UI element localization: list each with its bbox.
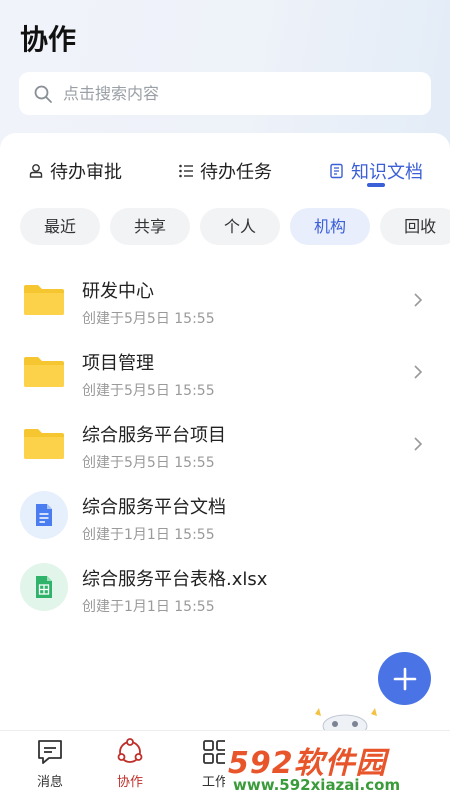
search-icon: [34, 85, 52, 103]
task-list-icon: [179, 164, 193, 178]
document-list: 研发中心 创建于5月5日 15:55 项目管理 创建于5月5日 15:55 综合…: [0, 263, 450, 623]
list-item[interactable]: 综合服务平台表格.xlsx 创建于1月1日 15:55: [0, 551, 450, 623]
watermark: 592软件园 www.592xiazai.com: [225, 736, 450, 800]
nav-collaboration[interactable]: 协作: [95, 737, 165, 790]
folder-icon: [24, 429, 64, 459]
document-icon: [330, 163, 343, 179]
item-meta: 创建于1月1日 15:55: [82, 599, 215, 615]
item-meta: 创建于5月5日 15:55: [82, 383, 215, 399]
filter-personal[interactable]: 个人: [200, 208, 281, 245]
tab-pending-approval[interactable]: 待办审批: [28, 157, 122, 185]
nav-messages[interactable]: 消息: [15, 737, 85, 790]
item-meta: 创建于5月5日 15:55: [82, 311, 215, 327]
tab-label: 待办任务: [200, 162, 272, 183]
chevron-right-icon: [414, 365, 423, 379]
folder-icon: [24, 285, 64, 315]
folder-icon: [24, 357, 64, 387]
item-name: 综合服务平台文档: [82, 497, 226, 518]
message-icon: [38, 740, 62, 764]
item-name: 综合服务平台项目: [82, 425, 226, 446]
tab-knowledge-docs[interactable]: 知识文档: [329, 157, 423, 185]
active-tab-indicator: [367, 183, 385, 187]
sheet-file-icon: [20, 563, 68, 611]
filter-organization[interactable]: 机构: [290, 208, 371, 245]
item-name: 研发中心: [82, 281, 154, 302]
filter-shared[interactable]: 共享: [110, 208, 191, 245]
tab-label: 知识文档: [351, 162, 423, 183]
list-item[interactable]: 综合服务平台项目 创建于5月5日 15:55: [0, 407, 450, 479]
filter-recent[interactable]: 最近: [20, 208, 101, 245]
list-item[interactable]: 项目管理 创建于5月5日 15:55: [0, 335, 450, 407]
nav-label: 消息: [36, 775, 63, 790]
item-meta: 创建于5月5日 15:55: [82, 455, 215, 471]
filter-chips: 最近 共享 个人 机构 回收: [20, 208, 450, 248]
plus-icon: [393, 667, 416, 690]
doc-file-icon: [20, 491, 68, 539]
search-bar[interactable]: [19, 72, 431, 115]
tab-label: 待办审批: [50, 162, 122, 183]
filter-recycle[interactable]: 回收: [380, 208, 450, 245]
item-name: 项目管理: [82, 353, 154, 374]
watermark-url: www.592xiazai.com: [233, 776, 401, 794]
list-item[interactable]: 研发中心 创建于5月5日 15:55: [0, 263, 450, 335]
search-input[interactable]: [63, 84, 393, 103]
nav-label: 协作: [116, 775, 143, 790]
add-button[interactable]: [378, 652, 431, 705]
tab-bar: 待办审批 待办任务 知识文档: [0, 151, 450, 187]
approval-person-icon: [29, 164, 43, 178]
content-sheet: 待办审批 待办任务 知识文档 最近 共享 个人 机构 回收 研发中心 创建于5月…: [0, 133, 450, 733]
list-item[interactable]: 综合服务平台文档 创建于1月1日 15:55: [0, 479, 450, 551]
chevron-right-icon: [414, 293, 423, 307]
page-title: 协作: [20, 23, 77, 56]
collaboration-icon: [117, 738, 143, 763]
chevron-right-icon: [414, 437, 423, 451]
tab-pending-tasks[interactable]: 待办任务: [178, 157, 272, 185]
item-meta: 创建于1月1日 15:55: [82, 527, 215, 543]
item-name: 综合服务平台表格.xlsx: [82, 569, 268, 590]
